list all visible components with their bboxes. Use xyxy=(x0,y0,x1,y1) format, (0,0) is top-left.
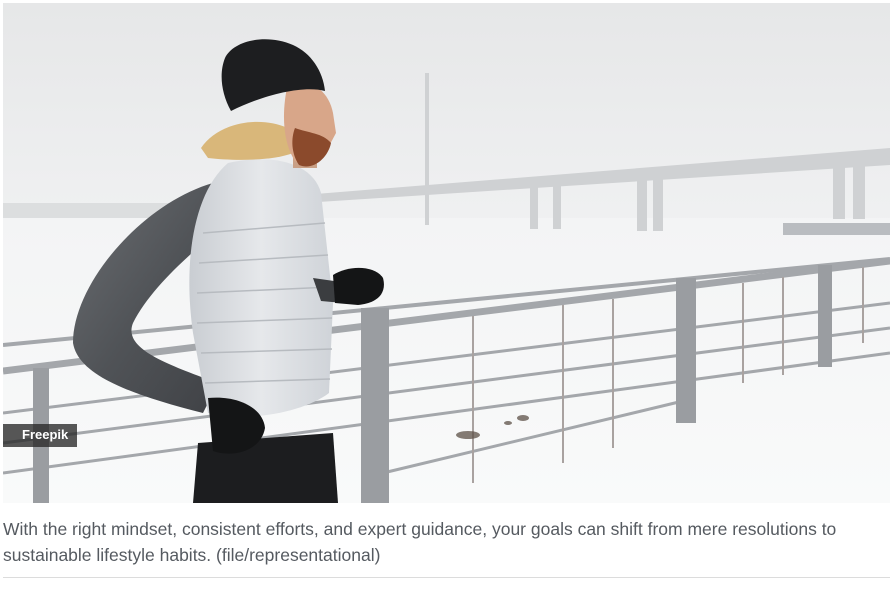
caption-divider xyxy=(3,577,890,578)
image-caption: With the right mindset, consistent effor… xyxy=(3,519,837,565)
article-figure: Freepik With the right mindset, consiste… xyxy=(0,0,893,589)
article-photo[interactable] xyxy=(3,3,890,503)
image-credit-badge: Freepik xyxy=(3,424,78,447)
